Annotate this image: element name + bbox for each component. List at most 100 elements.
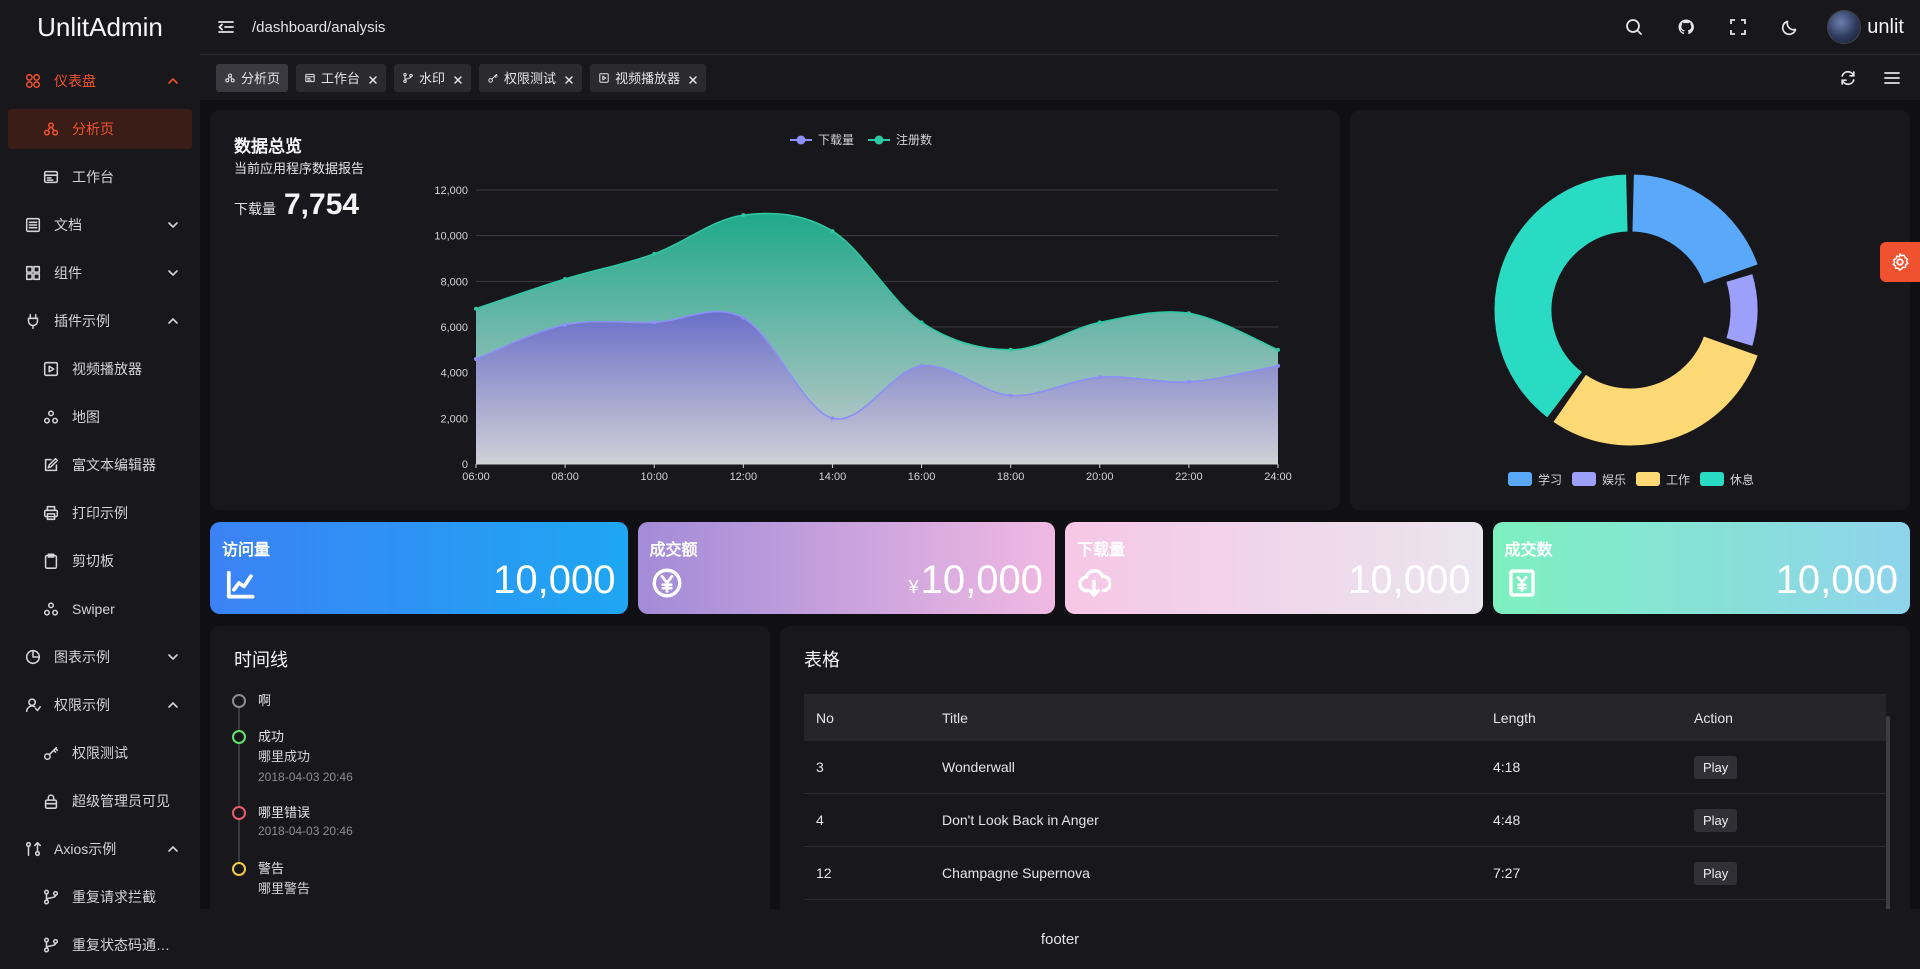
sidebar-item-label: 打印示例 [72,505,128,521]
tab-1[interactable]: 工作台 [296,63,387,92]
sidebar-item-13[interactable]: 权限示例 [0,681,200,729]
username[interactable]: unlit [1867,16,1904,39]
data-point[interactable] [741,213,746,218]
stat-number: 10,000 [920,558,1043,602]
sidebar-item-18[interactable]: 重复状态码通知... [0,921,200,969]
legend-item[interactable]: 工作 [1636,472,1690,487]
data-point[interactable] [1008,347,1013,352]
close-icon[interactable] [688,73,698,84]
sidebar-item-4[interactable]: 组件 [0,249,200,297]
table-scrollbar[interactable] [1886,716,1890,926]
close-icon[interactable] [453,73,463,84]
data-point[interactable] [474,306,478,311]
search-icon[interactable] [1623,16,1645,38]
legend-item[interactable]: 娱乐 [1572,472,1626,487]
data-point[interactable] [1097,375,1102,380]
github-icon[interactable] [1675,16,1697,38]
data-point[interactable] [1097,320,1102,325]
sidebar-item-17[interactable]: 重复请求拦截 [0,873,200,921]
data-point[interactable] [919,320,924,325]
currency-symbol: ¥ [908,577,919,597]
tab-4[interactable]: 视频播放器 [590,63,707,92]
sidebar-item-2[interactable]: 工作台 [0,153,200,201]
tab-2[interactable]: 水印 [394,63,472,92]
user-menu[interactable]: unlit [1827,10,1904,44]
sidebar-item-6[interactable]: 视频播放器 [0,345,200,393]
pie-slice[interactable] [1725,273,1759,347]
sidebar-item-label: Swiper [72,601,115,617]
data-point[interactable] [1276,347,1280,352]
avatar[interactable] [1827,10,1862,44]
data-point[interactable] [652,320,657,325]
refresh-icon[interactable] [1838,68,1858,88]
close-icon[interactable] [564,73,574,84]
data-point[interactable] [1008,393,1013,398]
timeline-item-title: 警告 [258,861,285,876]
play-button[interactable]: Play [1694,755,1738,779]
fullscreen-icon[interactable] [1727,16,1749,38]
tabs-menu-icon[interactable] [1882,68,1902,88]
data-point[interactable] [830,416,835,421]
play-button[interactable]: Play [1694,861,1738,885]
area-chart: 0 2,000 4,000 6,000 8,000 10,000 12,000 06:00 08… [434,132,1291,483]
dashboard-icon [24,72,42,90]
x-tick-label: 18:00 [997,471,1025,483]
sidebar-item-3[interactable]: 文档 [0,201,200,249]
sidebar-item-8[interactable]: 富文本编辑器 [0,441,200,489]
sidebar-item-7[interactable]: 地图 [0,393,200,441]
legend-item[interactable]: 下载量 [790,133,854,147]
data-point[interactable] [474,356,478,361]
table-header-cell: Length [1493,709,1536,726]
breadcrumb[interactable]: /dashboard/analysis [252,19,1593,36]
x-tick-label: 16:00 [908,471,936,483]
sidebar-item-14[interactable]: 权限测试 [0,729,200,777]
sidebar-item-label: 重复状态码通知... [72,937,180,953]
sidebar-item-9[interactable]: 打印示例 [0,489,200,537]
legend-label: 休息 [1730,472,1754,487]
sidebar-item-10[interactable]: 剪切板 [0,537,200,585]
timeline-item: 哪里错误 2018-04-03 20:46 [232,804,353,862]
stat-title: 下载量 [1077,542,1126,559]
dark-mode-icon[interactable] [1779,16,1801,38]
timeline-dot [232,806,246,820]
sidebar-item-11[interactable]: Swiper [0,585,200,633]
sidebar-item-1[interactable]: 分析页 [0,105,200,153]
pie-slice[interactable] [1493,173,1629,419]
data-point[interactable] [741,315,746,320]
data-point[interactable] [830,229,835,234]
chevron-up-icon [166,74,180,88]
legend-item[interactable]: 注册数 [868,132,932,147]
data-point[interactable] [563,277,568,282]
play-button[interactable]: Play [1694,808,1738,832]
legend-label: 下载量 [818,133,854,147]
legend-item[interactable]: 学习 [1508,472,1562,487]
pie-card: 学习 娱乐 工作 休息 [1350,110,1910,510]
video-player-icon [598,72,610,84]
cell-title: Champagne Supernova [942,865,1090,881]
sidebar-item-16[interactable]: Axios示例 [0,825,200,873]
key-icon [42,744,60,762]
settings-float-button[interactable] [1880,242,1920,282]
legend-item[interactable]: 休息 [1700,472,1754,487]
close-icon[interactable] [368,73,378,84]
data-point[interactable] [1186,311,1191,316]
tab-0[interactable]: 分析页 [216,63,289,92]
sidebar-item-0[interactable]: 仪表盘 [0,57,200,105]
data-point[interactable] [1276,363,1280,368]
data-point[interactable] [1186,379,1191,384]
sidebar-item-12[interactable]: 图表示例 [0,633,200,681]
menu-collapse-icon[interactable] [216,17,236,37]
tabs-bar: 分析页 工作台 水印 权限测试 视频播放器 [200,55,1920,100]
clipboard-icon [42,552,60,570]
pie-slice[interactable] [1552,335,1759,447]
sidebar-item-5[interactable]: 插件示例 [0,297,200,345]
data-point[interactable] [563,322,568,327]
data-point[interactable] [919,363,924,368]
tab-3[interactable]: 权限测试 [479,63,583,92]
app-logo[interactable]: UnlitAdmin [0,0,200,55]
chevron-down-icon [166,650,180,664]
data-point[interactable] [652,251,657,256]
pie-slice[interactable] [1631,173,1759,285]
sidebar-item-15[interactable]: 超级管理员可见 [0,777,200,825]
sidebar-item-label: 重复请求拦截 [72,889,156,905]
